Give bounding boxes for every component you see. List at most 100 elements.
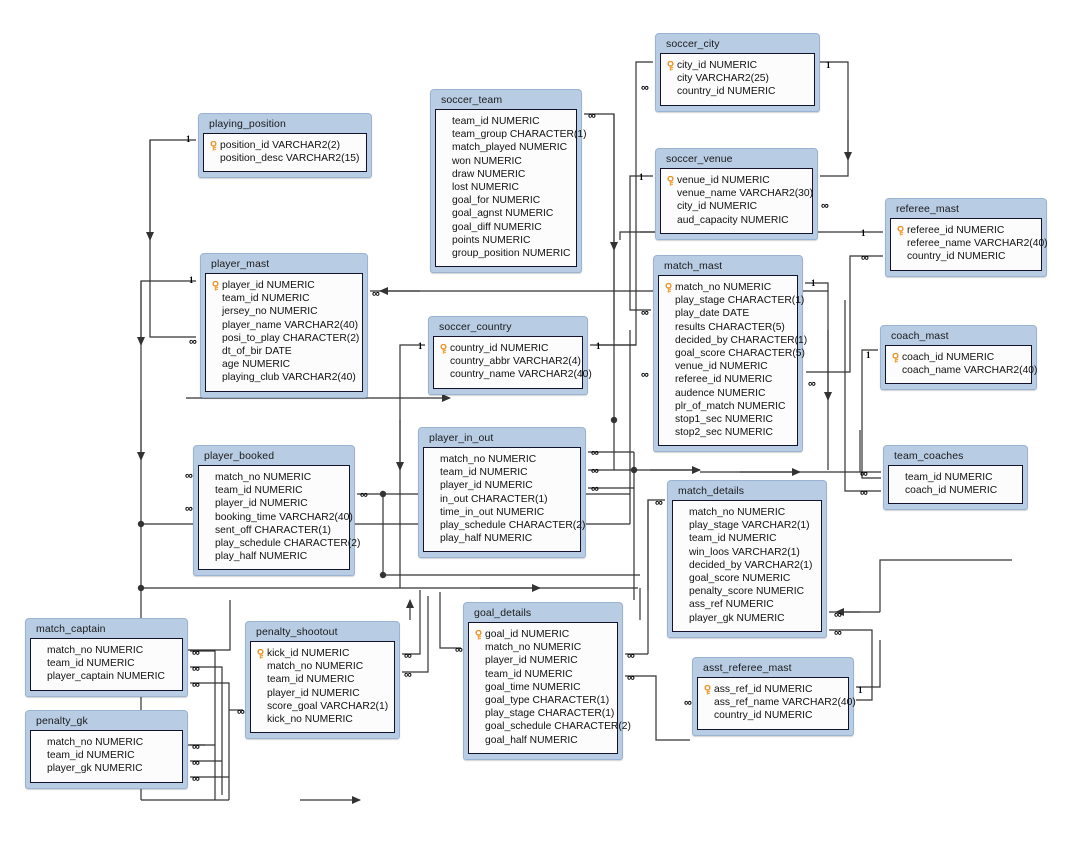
- attribute-row: goal_agnst NUMERIC: [440, 207, 570, 220]
- entity-attributes-player_booked: match_no NUMERIC team_id NUMERIC player_id…: [198, 465, 360, 571]
- attribute-name: venue_id: [675, 361, 717, 373]
- attribute-name: age: [222, 359, 240, 371]
- attribute-row: goal_type CHARACTER(1): [473, 694, 611, 707]
- attribute-row: goal_half NUMERIC: [473, 734, 611, 747]
- attribute-name: player_name: [222, 319, 282, 331]
- attribute-row: results CHARACTER(5): [663, 321, 791, 334]
- attribute-type: VARCHAR2(30): [739, 188, 814, 200]
- attribute-name: country_id: [677, 86, 725, 98]
- attribute-row: ass_ref NUMERIC: [677, 598, 815, 611]
- entity-referee_mast[interactable]: referee_mast referee_id NUMERIC referee_na…: [885, 198, 1048, 277]
- attribute-row: plr_of_match NUMERIC: [663, 400, 791, 413]
- attribute-name: stop1_sec: [675, 414, 722, 426]
- entity-playing_position[interactable]: playing_position position_id VARCHAR2(2) p…: [198, 113, 372, 179]
- attribute-type: NUMERIC: [116, 671, 165, 683]
- cardinality-many: ∞: [641, 307, 649, 319]
- cardinality-many: ∞: [591, 483, 599, 495]
- attribute-row: team_id NUMERIC: [893, 471, 1016, 484]
- attribute-name: match_no: [689, 507, 735, 518]
- entity-penalty_gk[interactable]: penalty_gk match_no NUMERIC team_id NUMERI…: [25, 710, 188, 789]
- primary-key-attribute: coach_id NUMERIC: [890, 351, 1025, 364]
- attribute-type: NUMERIC: [946, 352, 995, 363]
- entity-team_coaches[interactable]: team_coaches team_id NUMERIC coach_id NUME…: [883, 445, 1028, 511]
- attribute-type: NUMERIC: [727, 86, 776, 98]
- entity-attributes-soccer_country: country_id NUMERIC country_abbr VARCHAR2(…: [433, 336, 592, 389]
- entity-soccer_venue[interactable]: soccer_venue venue_id NUMERIC venue_name V…: [655, 148, 818, 240]
- attribute-row: position_desc VARCHAR2(15): [208, 152, 360, 165]
- attribute-type: NUMERIC: [86, 658, 135, 670]
- attribute-name: goal_agnst: [452, 208, 503, 220]
- attribute-type: CHARACTER(1): [470, 493, 548, 505]
- attribute-name: player_captain: [47, 671, 114, 683]
- entity-coach_mast[interactable]: coach_mast coach_id NUMERIC coach_name VAR…: [880, 325, 1037, 391]
- attribute-name: player_id: [440, 480, 482, 492]
- attribute-row: match_no NUMERIC: [255, 660, 388, 673]
- entity-match_captain[interactable]: match_captain match_no NUMERIC team_id NUM…: [25, 618, 188, 697]
- entity-player_mast[interactable]: player_mast player_id NUMERIC team_id NUME…: [200, 253, 368, 398]
- entity-penalty_shootout[interactable]: penalty_shootout kick_id NUMERIC match_no …: [245, 621, 400, 740]
- entity-title-soccer_team: soccer_team: [441, 94, 503, 106]
- attribute-name: play_half: [215, 551, 257, 563]
- attribute-name: referee_id: [907, 225, 954, 236]
- attribute-name: city_id: [677, 60, 707, 71]
- entity-title-playing_position: playing_position: [209, 118, 286, 130]
- attribute-type: NUMERIC: [764, 710, 813, 722]
- attribute-row: country_abbr VARCHAR2(4): [438, 355, 581, 368]
- attribute-type: NUMERIC: [724, 427, 773, 439]
- attribute-name: country_id: [907, 251, 955, 263]
- entity-match_mast[interactable]: match_mast match_no NUMERIC play_stage CHA…: [653, 255, 807, 453]
- attribute-name: ass_ref_name: [714, 697, 780, 709]
- attribute-type: VARCHAR2(2): [272, 140, 341, 151]
- entity-soccer_team[interactable]: soccer_team team_id NUMERIC team_group CHA…: [430, 89, 587, 274]
- entity-attributes-team_coaches: team_id NUMERIC coach_id NUMERIC: [888, 465, 1023, 505]
- attribute-type: CHARACTER(1): [532, 695, 610, 707]
- attribute-type: VARCHAR2(40): [963, 365, 1038, 377]
- entity-attributes-match_captain: match_no NUMERIC team_id NUMERIC player_ca…: [30, 638, 183, 691]
- attribute-type: NUMERIC: [521, 629, 570, 640]
- attribute-name: time_in_out: [440, 506, 494, 518]
- cardinality-one: 1: [861, 228, 866, 238]
- attribute-row: play_stage CHARACTER(1): [473, 707, 614, 720]
- attribute-row: lost NUMERIC: [440, 181, 570, 194]
- attribute-name: team_id: [452, 116, 489, 127]
- attribute-name: match_no: [267, 661, 313, 673]
- attribute-name: ass_ref: [689, 599, 723, 611]
- attribute-type: NUMERIC: [254, 485, 303, 497]
- attribute-row: team_id NUMERIC: [473, 668, 611, 681]
- attribute-name: won: [452, 155, 471, 167]
- entity-soccer_city[interactable]: soccer_city city_id NUMERIC city VARCHAR2(…: [655, 33, 820, 112]
- entity-title-penalty_shootout: penalty_shootout: [256, 626, 338, 638]
- attribute-row: age NUMERIC: [210, 358, 356, 371]
- attribute-name: play_schedule: [215, 538, 281, 550]
- attribute-name: goal_score: [689, 573, 740, 585]
- primary-key-attribute: venue_id NUMERIC: [665, 174, 806, 187]
- attribute-name: plr_of_match: [675, 400, 735, 412]
- attribute-name: team_id: [267, 674, 304, 686]
- cardinality-one: 1: [186, 134, 191, 144]
- attribute-name: player_gk: [47, 763, 92, 775]
- entity-goal_details[interactable]: goal_details goal_id NUMERIC match_no NUME…: [463, 602, 631, 760]
- entity-title-soccer_country: soccer_country: [439, 321, 512, 333]
- entity-match_details[interactable]: match_details match_no NUMERIC play_stage …: [667, 480, 827, 638]
- entity-attributes-asst_referee_mast: ass_ref_id NUMERIC ass_ref_name VARCHAR2(…: [697, 677, 856, 730]
- attribute-name: audence: [675, 387, 715, 399]
- attribute-row: team_id NUMERIC: [255, 673, 388, 686]
- attribute-type: NUMERIC: [719, 361, 768, 373]
- attribute-name: dt_of_bir: [222, 346, 263, 358]
- attribute-row: coach_name VARCHAR2(40): [890, 364, 1037, 377]
- cardinality-one: 1: [826, 60, 831, 70]
- entity-soccer_country[interactable]: soccer_country country_id NUMERIC country_…: [428, 316, 592, 395]
- attribute-type: VARCHAR2(1): [731, 546, 800, 558]
- attribute-row: in_out CHARACTER(1): [428, 493, 574, 506]
- entity-attributes-soccer_city: city_id NUMERIC city VARCHAR2(25) country_…: [660, 53, 815, 106]
- attribute-type: NUMERIC: [477, 168, 526, 180]
- cardinality-many: ∞: [641, 82, 649, 94]
- attribute-type: NUMERIC: [518, 142, 568, 154]
- entity-player_booked[interactable]: player_booked match_no NUMERIC team_id NUM…: [193, 445, 360, 577]
- attribute-name: country_id: [714, 710, 762, 722]
- attribute-type: NUMERIC: [311, 687, 360, 699]
- attribute-type: NUMERIC: [488, 454, 537, 465]
- cardinality-many: ∞: [860, 487, 868, 499]
- entity-player_in_out[interactable]: player_in_out match_no NUMERIC team_id NUM…: [418, 427, 586, 559]
- entity-asst_referee_mast[interactable]: asst_referee_mast ass_ref_id NUMERIC ass_r…: [692, 657, 856, 736]
